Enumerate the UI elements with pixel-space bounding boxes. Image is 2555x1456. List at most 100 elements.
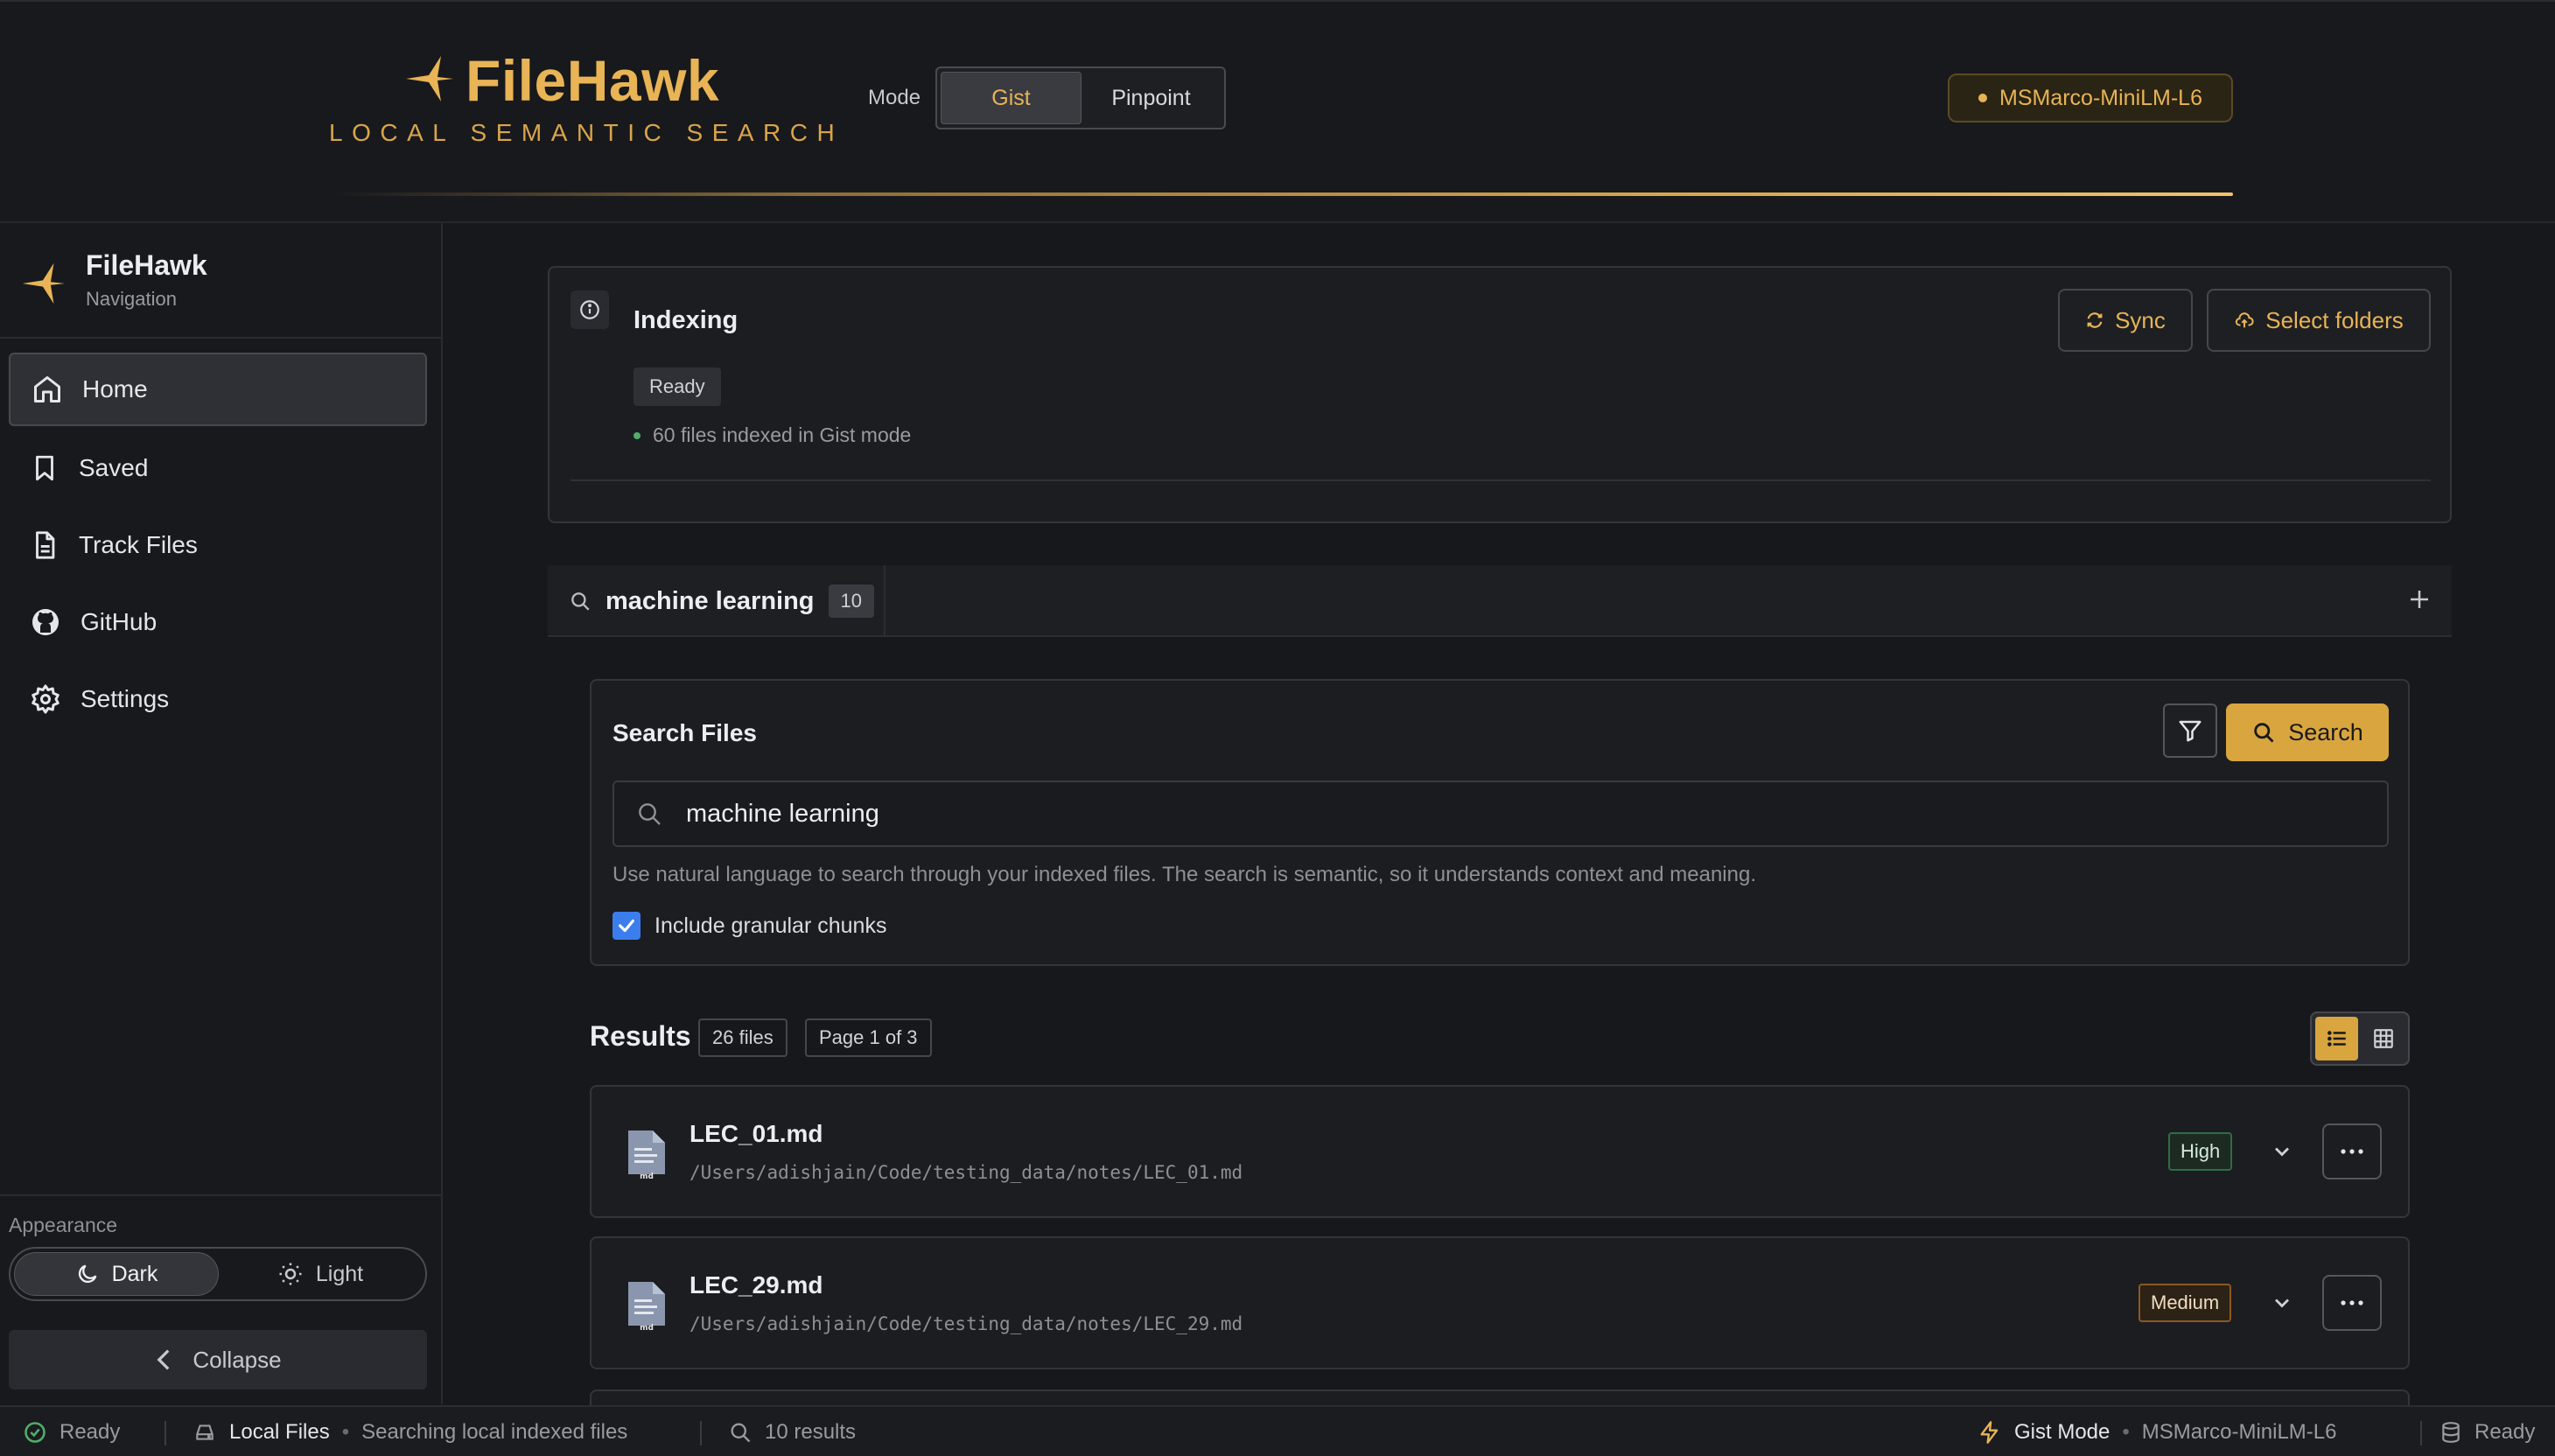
- divider: [0, 337, 441, 339]
- drive-icon: [192, 1421, 217, 1444]
- status-ready: Ready: [23, 1407, 120, 1456]
- divider: [164, 1421, 166, 1446]
- appearance-label: Appearance: [9, 1214, 118, 1236]
- sidebar-item-github[interactable]: GitHub: [9, 585, 427, 659]
- mode-pinpoint-button[interactable]: Pinpoint: [1082, 72, 1221, 124]
- sidebar-item-label: Home: [82, 375, 148, 402]
- github-icon: [30, 606, 61, 638]
- mode-label: Mode: [868, 86, 921, 109]
- markdown-file-icon: md: [623, 1129, 670, 1180]
- theme-light-button[interactable]: Light: [219, 1252, 422, 1296]
- mode-toggle: Gist Pinpoint: [935, 66, 1226, 130]
- home-icon: [32, 374, 63, 405]
- indexing-detail: 60 files indexed in Gist mode: [634, 424, 911, 447]
- moon-icon: [75, 1262, 100, 1286]
- app-header: FileHawk LOCAL SEMANTIC SEARCH Mode Gist…: [0, 0, 2555, 223]
- grid-view-button[interactable]: [2362, 1017, 2404, 1060]
- page-indicator-badge: Page 1 of 3: [805, 1018, 932, 1057]
- status-bar: Ready Local Files • Searching local inde…: [0, 1405, 2555, 1456]
- header-accent-line: [332, 192, 2233, 196]
- model-name: MSMarco-MiniLM-L6: [1999, 85, 2202, 110]
- result-item[interactable]: md LEC_01.md /Users/adishjain/Code/testi…: [590, 1085, 2410, 1218]
- gear-icon: [30, 683, 61, 715]
- view-toggle: [2310, 1012, 2410, 1066]
- chevron-down-icon[interactable]: [2270, 1291, 2294, 1315]
- theme-dark-button[interactable]: Dark: [14, 1252, 219, 1296]
- brand-subtitle: LOCAL SEMANTIC SEARCH: [329, 119, 844, 146]
- search-button-label: Search: [2288, 718, 2363, 746]
- result-file-path: /Users/adishjain/Code/testing_data/notes…: [690, 1313, 1243, 1334]
- sidebar-item-home[interactable]: Home: [9, 353, 427, 426]
- chevron-down-icon[interactable]: [2270, 1139, 2294, 1164]
- sidebar-item-label: Track Files: [79, 531, 198, 558]
- filter-icon: [2177, 718, 2203, 744]
- status-badge: Ready: [634, 368, 721, 406]
- file-ext-label: md: [640, 1172, 654, 1180]
- lightning-icon: [1978, 1420, 2002, 1445]
- status-right-ready: Ready: [2440, 1407, 2535, 1456]
- more-options-button[interactable]: [2322, 1124, 2382, 1180]
- file-icon: [30, 530, 60, 560]
- sidebar-item-saved[interactable]: Saved: [9, 431, 427, 505]
- filter-button[interactable]: [2163, 704, 2217, 758]
- brand-logo: FileHawk LOCAL SEMANTIC SEARCH: [326, 44, 835, 158]
- divider: [0, 1194, 441, 1196]
- search-icon: [2251, 720, 2276, 745]
- divider: [2420, 1421, 2422, 1446]
- status-model-label: MSMarco-MiniLM-L6: [2141, 1420, 2337, 1444]
- sidebar-brand-subtitle: Navigation: [86, 288, 177, 310]
- results-header: Results 26 files Page 1 of 3: [590, 1012, 2410, 1066]
- cloud-upload-icon: [2234, 311, 2255, 330]
- list-view-button[interactable]: [2315, 1017, 2358, 1060]
- sidebar: FileHawk Navigation Home Saved Track Fil…: [0, 223, 443, 1404]
- sidebar-item-track-files[interactable]: Track Files: [9, 508, 427, 582]
- bullet-separator: •: [2122, 1420, 2130, 1444]
- select-folders-label: Select folders: [2265, 306, 2404, 333]
- search-help-text: Use natural language to search through y…: [612, 863, 1756, 886]
- sync-button[interactable]: Sync: [2058, 289, 2193, 352]
- ellipsis-icon: [2339, 1148, 2365, 1155]
- brand-title: FileHawk: [466, 48, 720, 113]
- relevance-badge: High: [2168, 1132, 2233, 1171]
- granular-chunks-checkbox[interactable]: [612, 912, 640, 940]
- search-icon: [569, 590, 592, 612]
- granular-chunks-option[interactable]: Include granular chunks: [612, 912, 886, 940]
- result-item-partial[interactable]: [590, 1390, 2410, 1407]
- search-input[interactable]: [686, 799, 2348, 829]
- result-item[interactable]: md LEC_29.md /Users/adishjain/Code/testi…: [590, 1236, 2410, 1369]
- search-field[interactable]: [612, 780, 2389, 847]
- result-file-path: /Users/adishjain/Code/testing_data/notes…: [690, 1162, 1243, 1183]
- indexing-detail-text: 60 files indexed in Gist mode: [653, 424, 912, 446]
- result-file-name[interactable]: LEC_29.md: [690, 1271, 823, 1299]
- new-tab-plus-icon[interactable]: [2406, 586, 2432, 612]
- theme-toggle: Dark Light: [9, 1247, 427, 1301]
- collapse-button[interactable]: Collapse: [9, 1330, 427, 1390]
- select-folders-button[interactable]: Select folders: [2207, 289, 2431, 352]
- more-options-button[interactable]: [2322, 1275, 2382, 1331]
- result-file-name[interactable]: LEC_01.md: [690, 1120, 823, 1148]
- result-count-badge: 10: [828, 584, 874, 618]
- ellipsis-icon: [2339, 1299, 2365, 1306]
- sidebar-item-label: GitHub: [80, 608, 158, 635]
- theme-dark-label: Dark: [111, 1261, 158, 1286]
- divider: [570, 480, 2431, 481]
- bullet-separator: •: [341, 1420, 350, 1444]
- status-source-detail: Searching local indexed files: [361, 1420, 628, 1444]
- info-icon[interactable]: [570, 290, 609, 329]
- model-status-dot: [1978, 94, 1987, 102]
- granular-chunks-label: Include granular chunks: [654, 913, 887, 938]
- status-results: 10 results: [728, 1407, 856, 1456]
- search-icon: [635, 800, 663, 828]
- search-button[interactable]: Search: [2226, 704, 2389, 761]
- status-source: Local Files • Searching local indexed fi…: [192, 1407, 627, 1456]
- model-badge[interactable]: MSMarco-MiniLM-L6: [1948, 74, 2233, 122]
- status-dot: [634, 431, 640, 439]
- sidebar-item-settings[interactable]: Settings: [9, 662, 427, 736]
- sidebar-item-label: Settings: [80, 685, 170, 712]
- status-ready-text: Ready: [60, 1420, 121, 1444]
- mode-gist-button[interactable]: Gist: [941, 72, 1082, 124]
- indexing-panel: Indexing Ready 60 files indexed in Gist …: [548, 266, 2452, 523]
- sidebar-brand-title: FileHawk: [86, 249, 207, 281]
- search-tab[interactable]: machine learning 10: [548, 565, 886, 637]
- status-mode: Gist Mode • MSMarco-MiniLM-L6: [1978, 1407, 2336, 1456]
